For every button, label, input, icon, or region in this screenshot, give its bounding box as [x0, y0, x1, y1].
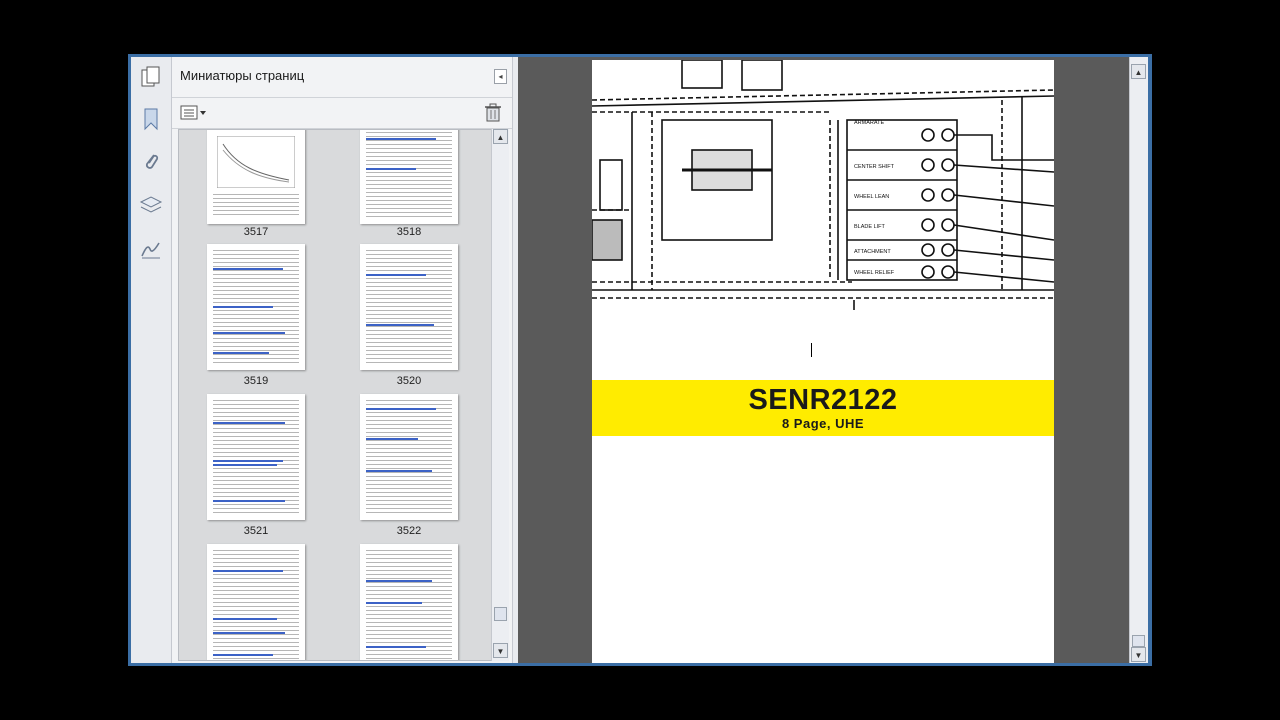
page-thumbnails-panel: Миниатюры страниц ◂ 3517 3518 3519 3520 … — [172, 57, 512, 663]
scroll-down-button[interactable]: ▼ — [1131, 647, 1146, 662]
page-thumbnail[interactable] — [360, 130, 458, 224]
document-view[interactable]: ARMARATE CENTER SHIFT WHEEL LEAN BLADE L… — [518, 57, 1129, 663]
thumbnail-page-number: 3521 — [243, 525, 269, 537]
options-icon — [180, 105, 206, 120]
attachment-icon[interactable] — [139, 150, 163, 174]
document-title: SENR2122 — [748, 384, 898, 416]
options-menu-button[interactable] — [180, 104, 208, 122]
page-thumbnail[interactable] — [360, 544, 458, 660]
page-thumbnail[interactable] — [207, 544, 305, 660]
scroll-down-button[interactable]: ▼ — [493, 643, 508, 658]
delete-pages-button[interactable] — [484, 103, 502, 123]
thumbnails-list[interactable]: 3517 3518 3519 3520 3521 3522 — [178, 129, 492, 661]
diagram-label: ARMARATE — [854, 120, 884, 126]
page-thumbnail[interactable] — [207, 394, 305, 520]
document-subtitle: 8 Page, UHE — [781, 416, 865, 431]
trash-icon — [485, 103, 501, 122]
page-thumbnail[interactable] — [360, 394, 458, 520]
navigation-toolbar — [131, 57, 172, 663]
collapse-panel-button[interactable]: ◂ — [494, 69, 507, 84]
chart-thumbnail-image — [217, 136, 295, 188]
diagram-label: ATTACHMENT — [854, 249, 891, 255]
signature-icon[interactable] — [139, 237, 163, 261]
thumbnail-page-number: 3522 — [396, 525, 422, 537]
panel-toolbar — [172, 98, 512, 129]
thumbnail-page-number: 3518 — [396, 226, 422, 238]
panel-header: Миниатюры страниц ◂ — [172, 57, 512, 98]
diagram-label: WHEEL LEAN — [854, 194, 889, 200]
text-cursor — [811, 343, 812, 357]
diagram-label: CENTER SHIFT — [854, 164, 895, 170]
page-thumbnail[interactable] — [360, 244, 458, 370]
page-thumbnail[interactable] — [207, 244, 305, 370]
bookmark-icon[interactable] — [139, 107, 163, 131]
layers-icon[interactable] — [139, 193, 163, 217]
document-scrollbar[interactable]: ▲ ▼ — [1129, 57, 1148, 663]
page-thumbnail[interactable] — [207, 130, 305, 224]
document-page: ARMARATE CENTER SHIFT WHEEL LEAN BLADE L… — [592, 60, 1054, 663]
thumbnails-scrollbar[interactable]: ▲ ▼ — [491, 129, 509, 661]
scroll-up-button[interactable]: ▲ — [1131, 64, 1146, 79]
document-title-band: SENR2122 8 Page, UHE — [592, 380, 1054, 436]
thumbnail-page-number: 3520 — [396, 375, 422, 387]
diagram-label: BLADE LIFT — [854, 224, 886, 230]
diagram-label: WHEEL RELIEF — [854, 270, 895, 276]
scrollbar-thumb[interactable] — [1132, 635, 1145, 647]
thumbnail-page-number: 3519 — [243, 375, 269, 387]
scrollbar-thumb[interactable] — [494, 607, 507, 621]
scroll-up-button[interactable]: ▲ — [493, 129, 508, 144]
panel-title: Миниатюры страниц — [180, 68, 305, 83]
hydraulic-schematic: ARMARATE CENTER SHIFT WHEEL LEAN BLADE L… — [592, 60, 1054, 310]
pages-icon[interactable] — [139, 65, 163, 89]
thumbnail-page-number: 3517 — [243, 226, 269, 238]
